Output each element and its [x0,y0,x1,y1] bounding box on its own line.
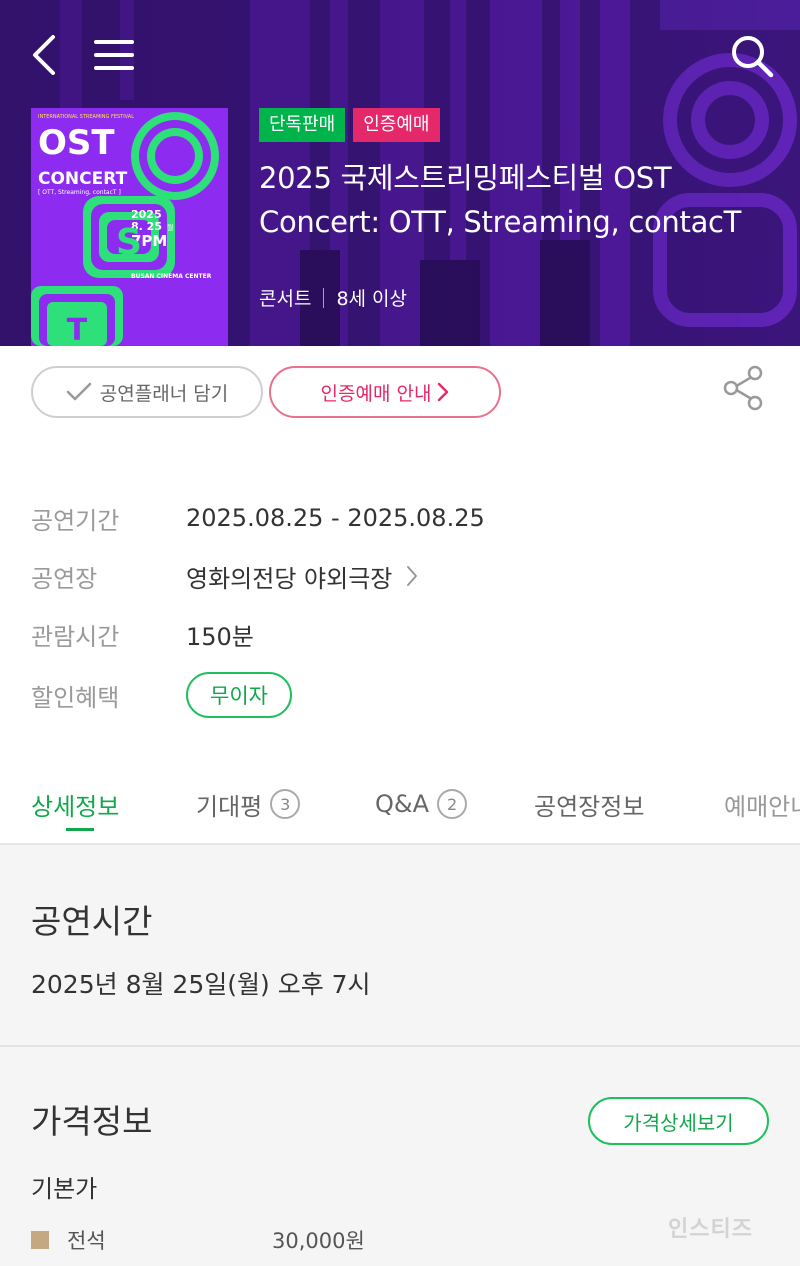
seat-grade-price: 30,000원 [272,1229,365,1253]
duration-value: 150분 [186,622,254,651]
verified-booking-badge: 인증예매 [353,108,440,142]
seat-grade-swatch [31,1231,49,1249]
tab-expectations-count: 3 [270,789,301,819]
tab-booking-guide-label: 예매안내 [724,792,800,821]
tab-venue-info[interactable]: 공연장정보 [534,775,644,833]
benefit-label: 할인혜택 [31,683,120,712]
event-title: 2025 국제스트리밍페스티벌 OST Concert: OTT, Stream… [259,156,779,244]
tab-expectations-label: 기대평 [196,792,263,821]
price-detail-button[interactable]: 가격상세보기 [588,1097,769,1145]
search-button[interactable] [726,30,778,82]
meta-divider [323,287,325,308]
venue-label: 공연장 [31,564,98,593]
poster-letter-t: T [67,313,88,346]
duration-label: 관람시간 [31,622,120,651]
tab-venue-info-label: 공연장정보 [534,792,645,821]
event-title-line-1: 2025 국제스트리밍페스티벌 OST [259,161,672,195]
genre-label: 콘서트 [259,288,312,310]
detail-tab-bar: 상세정보 기대평 3 Q&A 2 공연장정보 예매안내 [0,775,800,845]
period-label: 공연기간 [31,506,120,535]
info-row-duration: 관람시간 150분 [31,614,254,654]
tab-qna[interactable]: Q&A 2 [375,775,468,833]
venue-value: 영화의전당 야외극장 [186,564,393,593]
tab-booking-guide[interactable]: 예매안내 [724,775,800,833]
tab-qna-label: Q&A [375,790,430,818]
menu-button[interactable] [90,30,138,80]
chevron-right-icon [438,382,449,402]
info-row-benefit: 할인혜택 무이자 [31,672,292,718]
period-value: 2025.08.25 - 2025.08.25 [186,504,485,532]
tab-detail-info-label: 상세정보 [31,792,120,821]
price-row: 전석 30,000원 [31,1225,365,1255]
info-row-venue: 공연장 영화의전당 야외극장 [31,556,418,596]
verified-booking-guide-label: 인증예매 안내 [320,382,432,405]
watermark: 인스티즈 [668,1217,753,1242]
poster-art: INTERNATIONAL STREAMING FESTIVAL OST CON… [31,108,228,346]
back-button[interactable] [22,30,66,80]
hamburger-menu-icon [94,40,134,70]
active-tab-indicator [66,828,94,831]
tab-expectations[interactable]: 기대평 3 [196,775,301,833]
add-to-planner-button[interactable]: 공연플래너 담기 [31,366,263,418]
poster-venue: BUSAN CINEMA CENTER [131,273,212,280]
hero-banner: INTERNATIONAL STREAMING FESTIVAL OST CON… [0,0,800,346]
chevron-left-icon [33,35,55,75]
poster-title-ost: OST [38,123,115,163]
poster-subtitle: [ OTT, Streaming, contacT ] [38,189,121,196]
checkmark-icon [66,382,92,401]
poster-ring-o [131,112,219,200]
chevron-right-icon [407,566,418,586]
base-price-label: 기본가 [31,1175,98,1203]
verified-booking-guide-button[interactable]: 인증예매 안내 [269,366,501,418]
info-row-period: 공연기간 2025.08.25 - 2025.08.25 [31,498,485,538]
search-icon [732,36,774,78]
venue-link[interactable]: 영화의전당 야외극장 [186,559,418,594]
showtime-section: 공연시간 2025년 8월 25일(월) 오후 7시 [0,847,800,1047]
showtime-text: 2025년 8월 25일(월) 오후 7시 [31,970,371,999]
poster-day: 월 [167,223,173,232]
poster-title-concert: CONCERT [38,169,128,189]
price-title: 가격정보 [31,1102,153,1141]
share-icon [723,365,763,411]
poster-image[interactable]: INTERNATIONAL STREAMING FESTIVAL OST CON… [31,108,228,346]
event-meta: 콘서트 8세 이상 [259,284,407,311]
tab-qna-count: 2 [437,789,468,819]
showtime-title: 공연시간 [31,902,153,941]
tab-detail-info[interactable]: 상세정보 [31,775,119,833]
age-rating-label: 8세 이상 [336,288,408,310]
share-button[interactable] [718,362,770,414]
interest-free-badge[interactable]: 무이자 [186,672,292,718]
poster-top-text: INTERNATIONAL STREAMING FESTIVAL [38,114,134,120]
poster-letter-s: S [116,222,142,263]
add-to-planner-label: 공연플래너 담기 [99,382,229,405]
badge-group: 단독판매 인증예매 [259,108,440,142]
exclusive-sale-badge: 단독판매 [259,108,346,142]
seat-grade-name: 전석 [67,1229,106,1253]
event-title-line-2: Concert: OTT, Streaming, contacT [259,205,742,239]
